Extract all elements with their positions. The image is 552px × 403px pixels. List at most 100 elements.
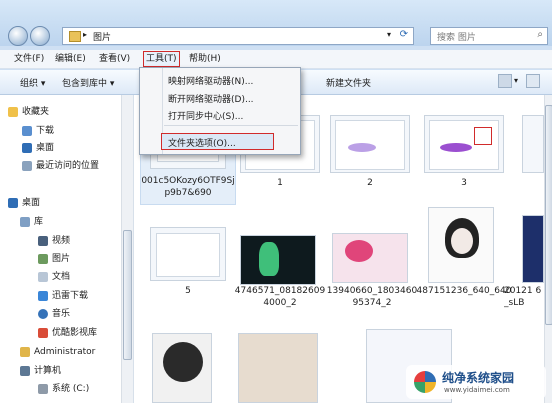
- address-dropdown-icon[interactable]: ▾: [387, 30, 391, 39]
- back-button[interactable]: [8, 26, 28, 46]
- menu-separator: [164, 125, 298, 126]
- content-scroll-thumb[interactable]: [545, 105, 552, 325]
- file-name[interactable]: 3: [416, 177, 512, 189]
- nav-pictures[interactable]: 图片: [38, 252, 70, 266]
- nav-desktop-fav-label: 桌面: [36, 143, 55, 153]
- breadcrumb-arrow-icon: ▸: [83, 30, 88, 39]
- menu-item-folder-options[interactable]: 文件夹选项(O)...: [161, 133, 274, 150]
- nav-music[interactable]: 音乐: [38, 307, 70, 321]
- nav-favorites[interactable]: 收藏夹: [8, 105, 49, 119]
- file-thumbnail[interactable]: [150, 227, 226, 281]
- file-name[interactable]: 001c5OKozy6OTF9Sjp9b7&690: [140, 175, 236, 199]
- download-icon: [22, 125, 32, 136]
- menu-edit[interactable]: 编辑(E): [55, 52, 86, 66]
- file-thumbnail[interactable]: [332, 233, 408, 283]
- nav-video-label: 视频: [52, 236, 71, 246]
- file-thumbnail[interactable]: [522, 215, 544, 283]
- breadcrumb[interactable]: 图片: [93, 30, 111, 43]
- folder-icon: [69, 31, 81, 42]
- nav-youku[interactable]: 优酷影视库: [38, 326, 97, 340]
- view-dropdown-icon[interactable]: ▾: [514, 76, 518, 85]
- file-thumbnail[interactable]: [330, 115, 410, 173]
- thunder-icon: [38, 290, 48, 301]
- menu-item-map-drive[interactable]: 映射网络驱动器(N)...: [168, 74, 253, 87]
- file-thumbnail[interactable]: [522, 115, 544, 173]
- nav-computer-label: 计算机: [34, 366, 62, 376]
- nav-video[interactable]: 视频: [38, 234, 70, 248]
- recent-places-icon: [22, 160, 32, 171]
- nav-recent-label: 最近访问的位置: [36, 161, 100, 171]
- nav-desktop-favorite[interactable]: 桌面: [22, 141, 54, 155]
- nav-downloads[interactable]: 下载: [22, 124, 54, 138]
- menu-help[interactable]: 帮助(H): [189, 52, 221, 66]
- desktop-icon: [8, 197, 18, 208]
- file-name[interactable]: 13940660_180346095374_2: [324, 285, 420, 309]
- search-input[interactable]: 搜索 图片 ⌕: [430, 27, 548, 45]
- include-label: 包含到库中: [62, 79, 108, 89]
- file-name[interactable]: 5: [140, 285, 236, 297]
- menu-file[interactable]: 文件(F): [14, 52, 44, 66]
- file-thumbnail[interactable]: [240, 235, 316, 285]
- user-folder-icon: [20, 346, 30, 357]
- documents-icon: [38, 271, 48, 282]
- search-icon[interactable]: ⌕: [537, 29, 543, 40]
- file-name[interactable]: 4746571_081826094000_2: [232, 285, 328, 309]
- nav-thunder-label: 迅雷下载: [52, 291, 89, 301]
- file-thumbnail[interactable]: [152, 333, 212, 403]
- video-icon: [38, 235, 48, 246]
- menu-tools[interactable]: 工具(T): [143, 51, 180, 67]
- watermark-logo: 纯净系统家园 www.yidaimei.com: [406, 365, 546, 399]
- file-name[interactable]: 1: [232, 177, 328, 189]
- navigation-pane: 收藏夹 下载 桌面 最近访问的位置 桌面 库 视频 图片 文档 迅雷下载 音乐 …: [0, 95, 134, 403]
- menu-item-disconnect-drive[interactable]: 断开网络驱动器(D)...: [168, 92, 254, 105]
- watermark-url: www.yidaimei.com: [444, 386, 510, 394]
- organize-button[interactable]: 组织 ▾: [20, 76, 45, 89]
- nav-libraries-label: 库: [34, 217, 44, 227]
- nav-computer[interactable]: 计算机: [20, 364, 61, 378]
- pictures-icon: [38, 253, 48, 264]
- include-library-button[interactable]: 包含到库中 ▾: [62, 76, 114, 89]
- nav-downloads-label: 下载: [36, 126, 55, 136]
- new-folder-button[interactable]: 新建文件夹: [326, 76, 371, 89]
- file-name[interactable]: 487151236_640_640: [416, 285, 512, 297]
- nav-documents[interactable]: 文档: [38, 270, 70, 284]
- file-name[interactable]: 2: [322, 177, 418, 189]
- nav-thunder[interactable]: 迅雷下载: [38, 289, 88, 303]
- nav-youku-label: 优酷影视库: [52, 328, 98, 338]
- content-scrollbar[interactable]: [544, 95, 552, 403]
- logo-icon: [414, 371, 436, 393]
- file-thumbnail[interactable]: [428, 207, 494, 283]
- music-icon: [38, 308, 48, 319]
- nav-libraries[interactable]: 库: [20, 215, 43, 229]
- menu-item-sync-center[interactable]: 打开同步中心(S)...: [168, 109, 243, 122]
- forward-button[interactable]: [30, 26, 50, 46]
- menu-view[interactable]: 查看(V): [99, 52, 130, 66]
- view-options-icon[interactable]: [498, 74, 512, 88]
- nav-documents-label: 文档: [52, 272, 71, 282]
- watermark-text: 纯净系统家园: [442, 371, 515, 385]
- computer-icon: [20, 365, 30, 376]
- nav-scrollbar[interactable]: [121, 95, 133, 403]
- nav-recent[interactable]: 最近访问的位置: [22, 159, 99, 173]
- nav-administrator[interactable]: Administrator: [20, 345, 95, 359]
- nav-pictures-label: 图片: [52, 254, 71, 264]
- nav-desktop[interactable]: 桌面: [8, 196, 40, 210]
- nav-favorites-label: 收藏夹: [22, 107, 50, 117]
- file-thumbnail[interactable]: [238, 333, 318, 403]
- library-icon: [20, 216, 30, 227]
- nav-desktop-label: 桌面: [22, 198, 41, 208]
- search-placeholder: 搜索 图片: [437, 33, 476, 43]
- file-thumbnail[interactable]: [424, 115, 504, 173]
- star-icon: [8, 106, 18, 117]
- file-name[interactable]: 20121 6_sLB: [504, 285, 544, 309]
- tools-menu: 映射网络驱动器(N)... 断开网络驱动器(D)... 打开同步中心(S)...…: [139, 67, 301, 155]
- nav-admin-label: Administrator: [34, 347, 96, 357]
- nav-scroll-thumb[interactable]: [123, 230, 132, 360]
- desktop-icon: [22, 142, 32, 153]
- nav-system-c[interactable]: 系统 (C:): [38, 382, 89, 396]
- address-bar[interactable]: ▸ 图片 ▾ ⟳: [62, 27, 414, 45]
- preview-pane-icon[interactable]: [526, 74, 540, 88]
- folder-options-label: 文件夹选项(O)...: [168, 139, 236, 149]
- refresh-icon[interactable]: ⟳: [400, 29, 408, 40]
- nav-music-label: 音乐: [52, 309, 71, 319]
